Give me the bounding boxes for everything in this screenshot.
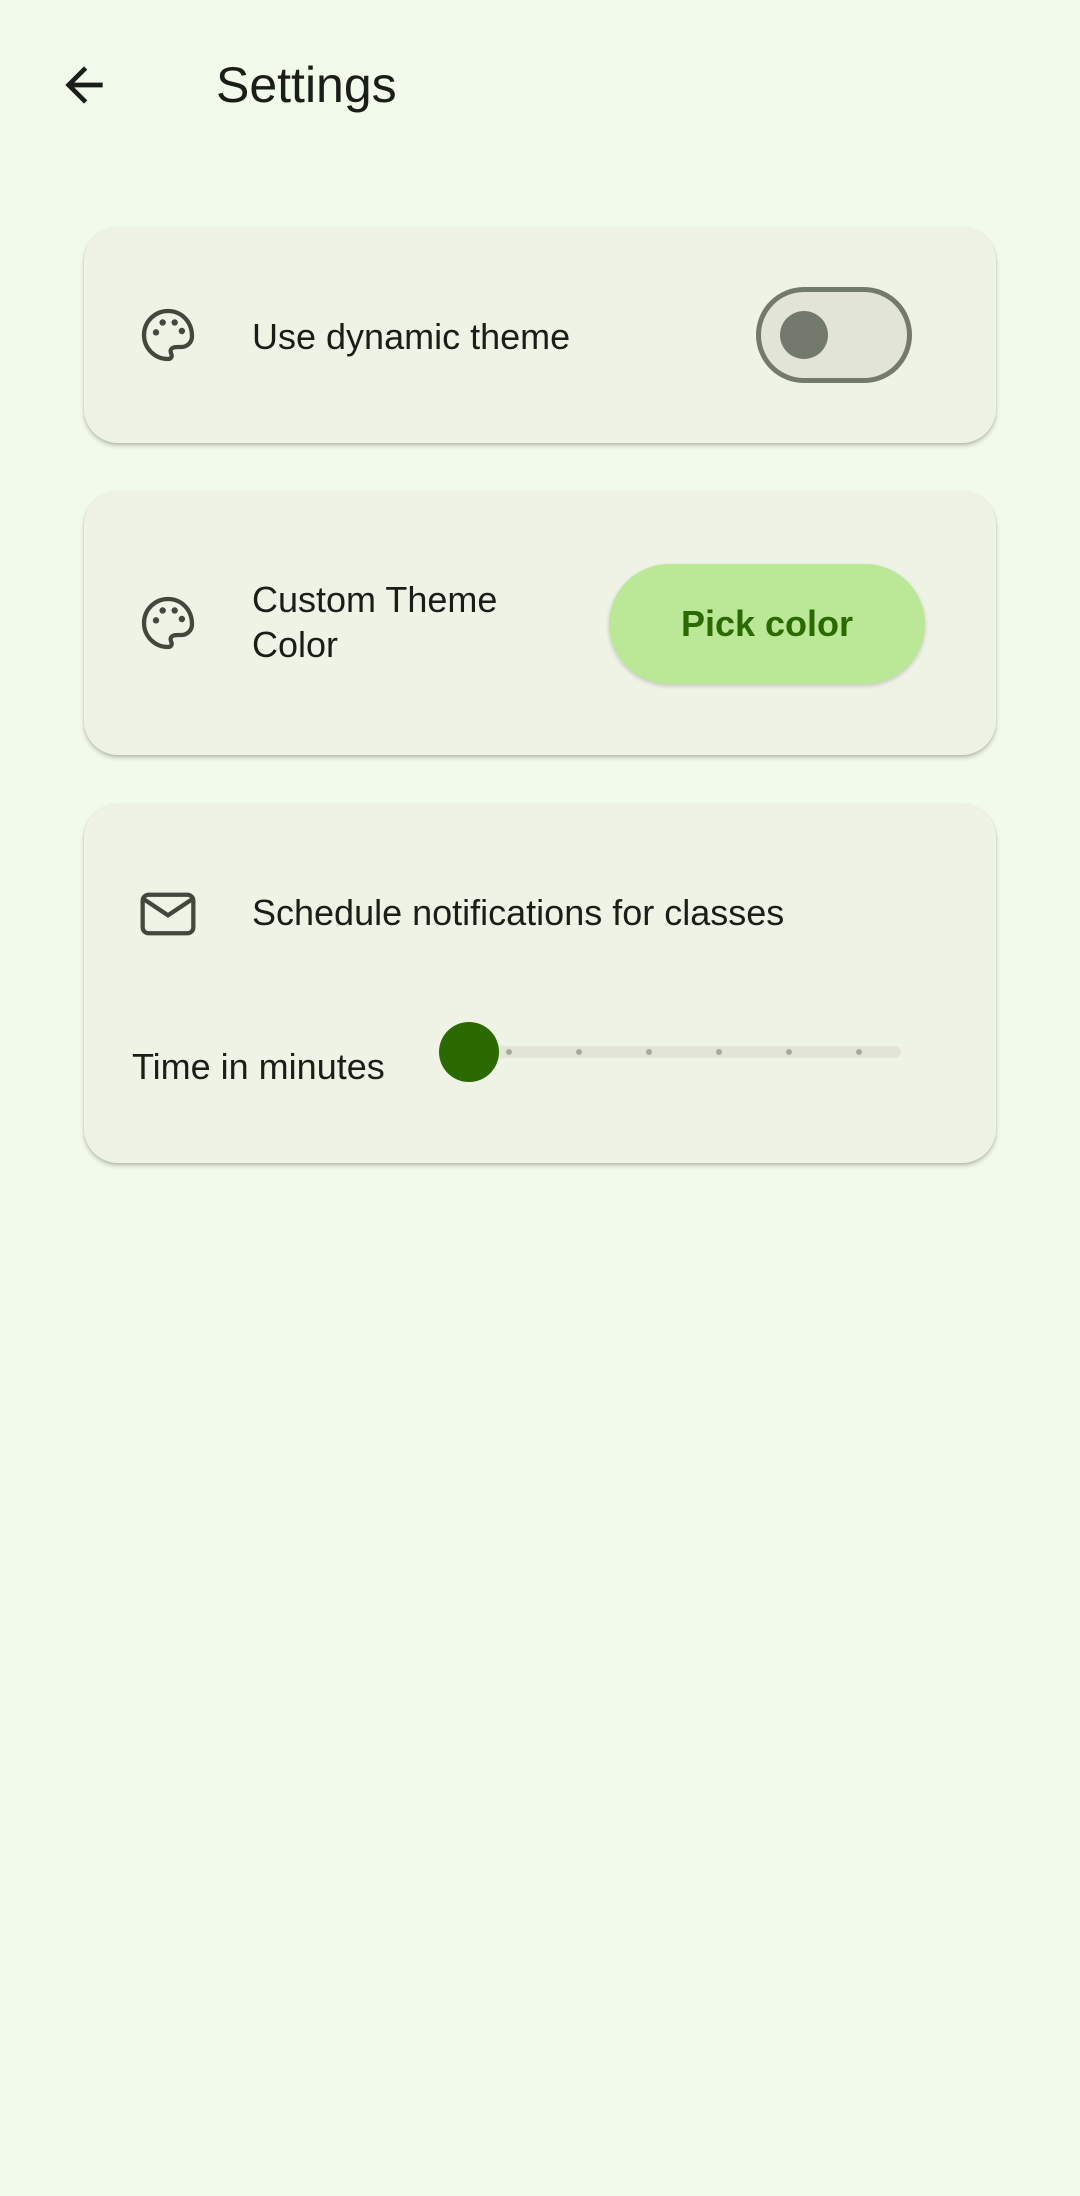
custom-theme-label-line1: Custom Theme [252,579,498,620]
time-in-minutes-label: Time in minutes [132,1046,385,1087]
dynamic-theme-card: Use dynamic theme [84,227,996,443]
slider-tick [786,1049,792,1055]
palette-icon [134,301,202,369]
dynamic-theme-label: Use dynamic theme [252,316,571,357]
custom-theme-label: Custom Theme Color [252,577,497,667]
slider-tick [716,1049,722,1055]
custom-theme-label-line2: Color [252,624,339,665]
time-slider[interactable] [439,1020,919,1084]
custom-theme-card: Custom Theme Color Pick color [84,491,996,755]
top-app-bar: Settings [0,0,1080,170]
mail-icon [134,880,202,948]
notifications-label: Schedule notifications for classes [252,892,785,933]
arrow-back-icon [65,66,103,104]
page-title: Settings [216,57,397,113]
slider-track [469,1046,901,1058]
palette-icon [134,589,202,657]
dynamic-theme-switch[interactable] [756,287,912,383]
slider-tick [646,1049,652,1055]
slider-tick [856,1049,862,1055]
slider-tick [576,1049,582,1055]
back-button[interactable] [44,45,124,125]
slider-tick [506,1049,512,1055]
slider-thumb[interactable] [439,1022,499,1082]
pick-color-button[interactable]: Pick color [609,564,925,684]
switch-thumb [780,311,828,359]
notifications-card: Schedule notifications for classes Time … [84,804,996,1163]
